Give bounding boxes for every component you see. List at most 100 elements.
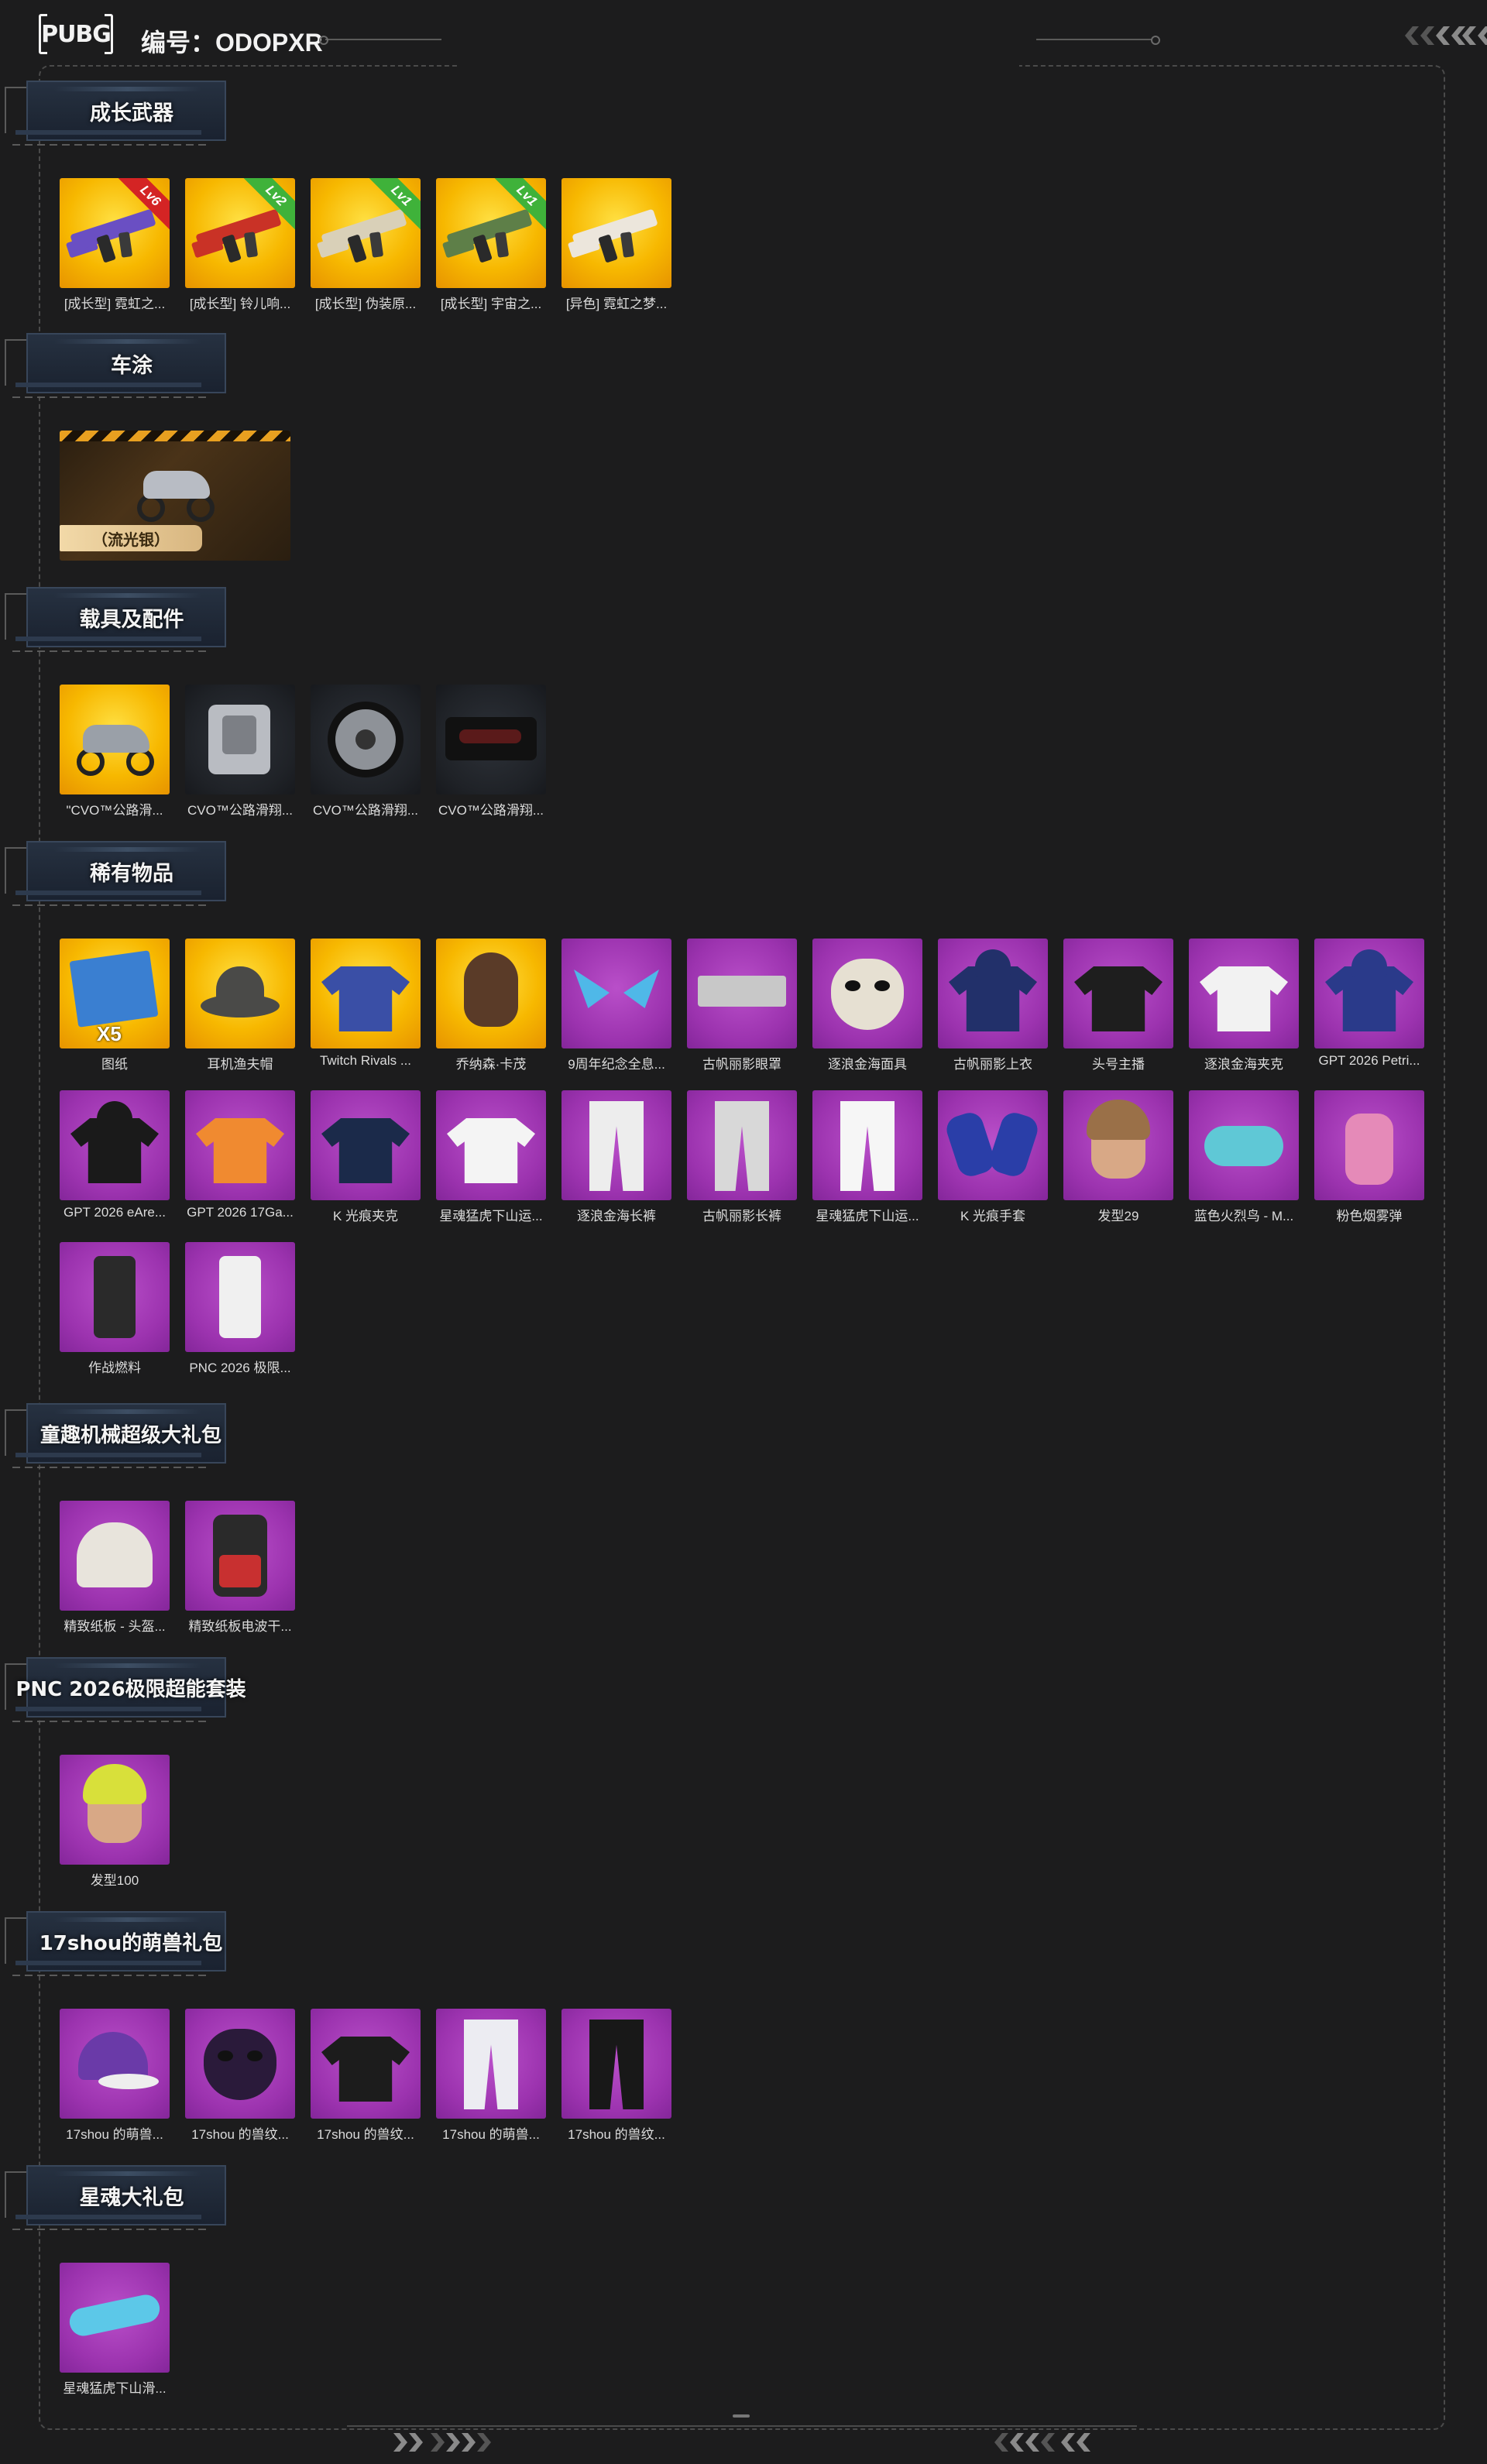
- inventory-item[interactable]: 古帆丽影上衣: [938, 939, 1048, 1072]
- item-tile[interactable]: Lv2: [185, 178, 295, 288]
- item-tile[interactable]: [561, 2009, 671, 2119]
- inventory-item[interactable]: 乔纳森·卡茂: [436, 939, 546, 1072]
- inventory-item[interactable]: 逐浪金海面具: [812, 939, 922, 1072]
- quantity-badge: X5: [97, 1022, 122, 1045]
- item-tile[interactable]: [60, 685, 170, 794]
- hair-icon: [60, 1755, 170, 1865]
- inventory-item[interactable]: 星魂猛虎下山滑...: [60, 2263, 170, 2396]
- inventory-item[interactable]: K 光痕夹克: [311, 1090, 421, 1223]
- inventory-item[interactable]: 17shou 的萌兽...: [436, 2009, 546, 2142]
- inventory-item[interactable]: 17shou 的萌兽...: [60, 2009, 170, 2142]
- inventory-item[interactable]: 精致纸板 - 头盔...: [60, 1501, 170, 1634]
- item-tile[interactable]: [60, 2009, 170, 2119]
- inventory-item[interactable]: 17shou 的兽纹...: [311, 2009, 421, 2142]
- inventory-item[interactable]: 发型29: [1063, 1090, 1173, 1223]
- item-tile[interactable]: [436, 2009, 546, 2119]
- item-tile[interactable]: [436, 939, 546, 1048]
- inventory-item[interactable]: 古帆丽影长裤: [687, 1090, 797, 1223]
- inventory-item[interactable]: CVO™公路滑翔...: [436, 685, 546, 818]
- item-tile[interactable]: [1189, 1090, 1299, 1200]
- inventory-item[interactable]: K 光痕手套: [938, 1090, 1048, 1223]
- inventory-item[interactable]: CVO™公路滑翔...: [311, 685, 421, 818]
- item-tile[interactable]: [561, 939, 671, 1048]
- item-label: 逐浪金海面具: [828, 1057, 907, 1072]
- inventory-item[interactable]: （流光银）: [60, 431, 290, 561]
- inventory-item[interactable]: 头号主播: [1063, 939, 1173, 1072]
- inventory-item[interactable]: 粉色烟雾弹: [1314, 1090, 1424, 1223]
- item-tile[interactable]: [1063, 939, 1173, 1048]
- motorcycle-icon: [60, 685, 170, 794]
- item-tile[interactable]: Lv1: [311, 178, 421, 288]
- section-deco-dash: [12, 1975, 206, 1976]
- item-tile[interactable]: [436, 685, 546, 794]
- inventory-item[interactable]: 耳机渔夫帽: [185, 939, 295, 1072]
- item-label: 17shou 的萌兽...: [66, 2127, 163, 2142]
- item-tile[interactable]: （流光银）: [60, 431, 290, 561]
- inventory-item[interactable]: 蓝色火烈鸟 - M...: [1189, 1090, 1299, 1223]
- inventory-item[interactable]: CVO™公路滑翔...: [185, 685, 295, 818]
- item-tile[interactable]: [687, 939, 797, 1048]
- goggles-icon: [60, 2263, 170, 2373]
- item-tile[interactable]: X5: [60, 939, 170, 1048]
- inventory-item[interactable]: GPT 2026 17Ga...: [185, 1090, 295, 1220]
- item-tile[interactable]: [561, 1090, 671, 1200]
- item-tile[interactable]: [436, 1090, 546, 1200]
- inventory-item[interactable]: GPT 2026 eAre...: [60, 1090, 170, 1220]
- inventory-item[interactable]: "CVO™公路滑...: [60, 685, 170, 818]
- item-tile[interactable]: [60, 1501, 170, 1611]
- item-tile[interactable]: [185, 1090, 295, 1200]
- item-tile[interactable]: [812, 939, 922, 1048]
- section-header: 载具及配件: [0, 579, 232, 664]
- item-tile[interactable]: [185, 1242, 295, 1352]
- item-tile[interactable]: [938, 1090, 1048, 1200]
- item-tile[interactable]: [60, 1090, 170, 1200]
- inventory-item[interactable]: 作战燃料: [60, 1242, 170, 1375]
- inventory-item[interactable]: 星魂猛虎下山运...: [436, 1090, 546, 1223]
- item-tile[interactable]: [185, 2009, 295, 2119]
- inventory-item[interactable]: 17shou 的兽纹...: [561, 2009, 671, 2142]
- item-tile[interactable]: [938, 939, 1048, 1048]
- item-tile[interactable]: [561, 178, 671, 288]
- item-tile[interactable]: [311, 2009, 421, 2119]
- inventory-item[interactable]: 发型100: [60, 1755, 170, 1888]
- inventory-item[interactable]: 9周年纪念全息...: [561, 939, 671, 1072]
- inventory-item[interactable]: X5 图纸: [60, 939, 170, 1072]
- inventory-item[interactable]: Lv6 [成长型] 霓虹之...: [60, 178, 170, 311]
- inventory-item[interactable]: Twitch Rivals ...: [311, 939, 421, 1068]
- item-tile[interactable]: [311, 1090, 421, 1200]
- inventory-item[interactable]: PNC 2026 极限...: [185, 1242, 295, 1375]
- item-tile[interactable]: [1314, 1090, 1424, 1200]
- chevron-left-icon: [1405, 26, 1465, 45]
- hair-icon: [1063, 1090, 1173, 1200]
- item-tile[interactable]: [185, 1501, 295, 1611]
- inventory-item[interactable]: Lv1 [成长型] 宇宙之...: [436, 178, 546, 311]
- inventory-item[interactable]: 精致纸板电波干...: [185, 1501, 295, 1634]
- item-tile[interactable]: [185, 939, 295, 1048]
- item-tile[interactable]: [1189, 939, 1299, 1048]
- item-tile[interactable]: [1063, 1090, 1173, 1200]
- section-deco-dash: [12, 2229, 206, 2230]
- item-tile[interactable]: [1314, 939, 1424, 1048]
- inventory-item[interactable]: 古帆丽影眼罩: [687, 939, 797, 1072]
- inventory-item[interactable]: Lv1 [成长型] 伪装原...: [311, 178, 421, 311]
- item-tile[interactable]: [60, 1242, 170, 1352]
- item-tile[interactable]: [60, 2263, 170, 2373]
- inventory-item[interactable]: 17shou 的兽纹...: [185, 2009, 295, 2142]
- item-tile[interactable]: [687, 1090, 797, 1200]
- inventory-item[interactable]: 逐浪金海长裤: [561, 1090, 671, 1223]
- item-tile[interactable]: [185, 685, 295, 794]
- hoodie-icon: [60, 1090, 170, 1200]
- inventory-item[interactable]: GPT 2026 Petri...: [1314, 939, 1424, 1068]
- item-tile[interactable]: [812, 1090, 922, 1200]
- inventory-item[interactable]: [异色] 霓虹之梦...: [561, 178, 671, 311]
- item-label: GPT 2026 17Ga...: [187, 1205, 294, 1220]
- item-tile[interactable]: [311, 939, 421, 1048]
- inventory-item[interactable]: 星魂猛虎下山运...: [812, 1090, 922, 1223]
- item-tile[interactable]: [311, 685, 421, 794]
- item-tile[interactable]: [60, 1755, 170, 1865]
- item-tile[interactable]: Lv1: [436, 178, 546, 288]
- inventory-item[interactable]: Lv2 [成长型] 铃儿响...: [185, 178, 295, 311]
- item-tile[interactable]: Lv6: [60, 178, 170, 288]
- inventory-item[interactable]: 逐浪金海夹克: [1189, 939, 1299, 1072]
- serial-number: 编号：ODOPXR: [141, 29, 323, 57]
